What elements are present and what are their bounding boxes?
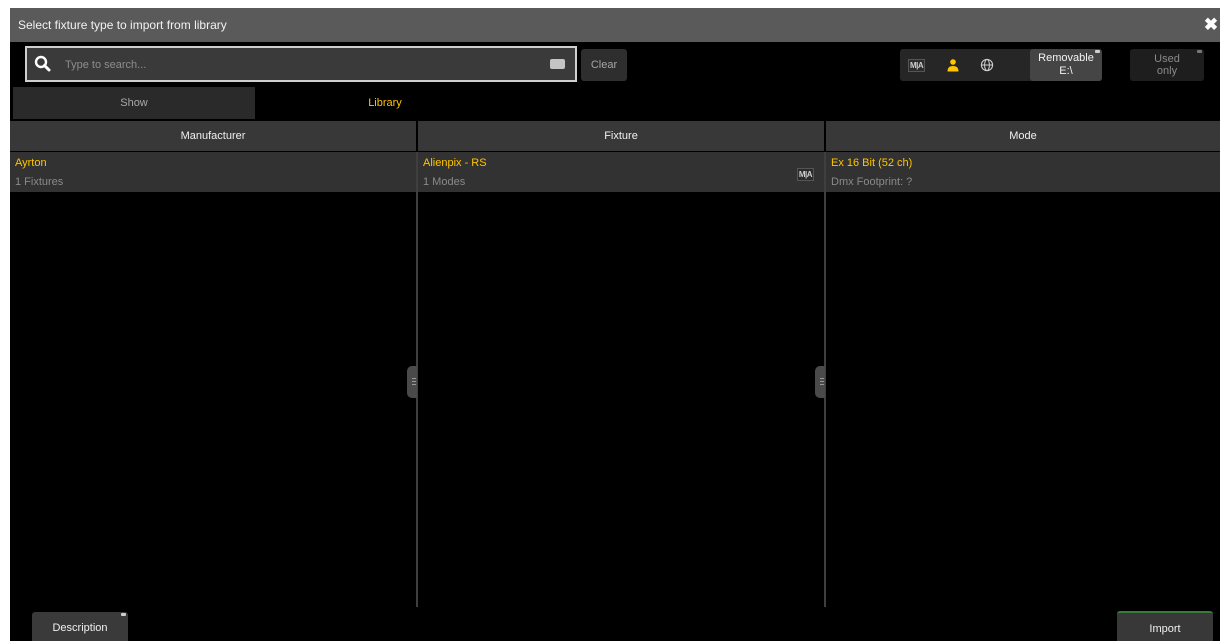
ma-logo-icon: M|A [796, 168, 814, 181]
used-label: Used [1154, 53, 1180, 65]
fixture-name: Alienpix - RS [423, 157, 487, 169]
only-label: only [1156, 65, 1178, 77]
dmx-footprint: Dmx Footprint: ? [831, 176, 913, 188]
corner-indicator [121, 613, 126, 616]
mode-count: 1 Modes [423, 176, 466, 188]
mode-list: Ex 16 Bit (52 ch) Dmx Footprint: ? [826, 152, 1220, 607]
list-item[interactable]: Ayrton 1 Fixtures [10, 152, 416, 192]
corner-indicator [1095, 50, 1100, 53]
removable-label: Removable [1038, 52, 1094, 64]
corner-indicator [1197, 50, 1202, 53]
search-box[interactable] [25, 46, 577, 82]
manufacturer-list: Ayrton 1 Fixtures [10, 152, 416, 607]
close-icon[interactable]: ✖ [1202, 16, 1220, 34]
keyboard-icon[interactable] [550, 59, 565, 69]
list-item[interactable]: Alienpix - RS 1 Modes M|A [418, 152, 824, 192]
manufacturer-column-header[interactable]: Manufacturer [10, 121, 416, 151]
description-label: Description [52, 622, 108, 634]
globe-icon [980, 58, 994, 72]
mode-name: Ex 16 Bit (52 ch) [831, 157, 913, 169]
ma-filter-button[interactable]: M|A [900, 49, 936, 81]
import-button[interactable]: Import [1117, 611, 1213, 641]
dialog-title: Select fixture type to import from libra… [18, 18, 227, 32]
list-item[interactable]: Ex 16 Bit (52 ch) Dmx Footprint: ? [826, 152, 1220, 192]
used-only-button[interactable]: Used only [1130, 49, 1204, 81]
tab-show[interactable]: Show [13, 87, 255, 119]
user-filter-button[interactable] [936, 49, 968, 81]
column-resize-handle[interactable] [815, 366, 825, 398]
ma-logo-icon: M|A [908, 59, 926, 72]
fixture-column-header[interactable]: Fixture [418, 121, 824, 151]
fixture-count: 1 Fixtures [15, 176, 64, 188]
removable-drive-label: E:\ [1059, 65, 1073, 77]
manufacturer-name: Ayrton [15, 157, 47, 169]
search-input[interactable] [65, 56, 535, 74]
user-icon [947, 59, 959, 72]
removable-drive-button[interactable]: Removable E:\ [1030, 49, 1102, 81]
tab-library[interactable]: Library [255, 87, 515, 119]
search-icon [34, 55, 51, 72]
title-bar: Select fixture type to import from libra… [10, 8, 1220, 42]
clear-button[interactable]: Clear [581, 49, 627, 81]
import-fixture-dialog: Select fixture type to import from libra… [10, 8, 1220, 641]
mode-column-header[interactable]: Mode [826, 121, 1220, 151]
fixture-list: Alienpix - RS 1 Modes M|A [418, 152, 824, 607]
description-button[interactable]: Description [32, 612, 128, 641]
column-resize-handle[interactable] [407, 366, 417, 398]
globe-filter-button[interactable] [968, 49, 1002, 81]
